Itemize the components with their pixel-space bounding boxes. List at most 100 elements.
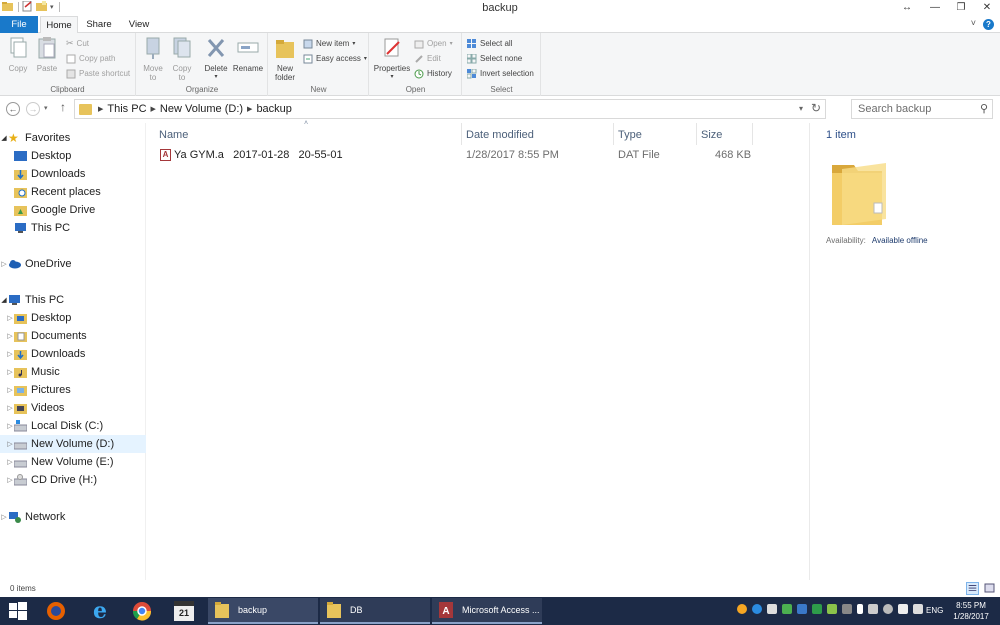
taskbar-app-db[interactable]: DB xyxy=(320,598,430,624)
move-to-button[interactable]: Move to xyxy=(139,36,167,82)
network-tray-icon[interactable] xyxy=(898,604,908,614)
tab-share[interactable]: Share xyxy=(82,16,116,33)
select-none-button[interactable]: Select none xyxy=(467,52,522,65)
collapse-arrow-icon[interactable]: ◢ xyxy=(0,296,8,304)
paste-shortcut-button[interactable]: Paste shortcut xyxy=(66,67,130,80)
copy-path-button[interactable]: Copy path xyxy=(66,52,115,65)
firefox-icon[interactable] xyxy=(38,599,74,623)
nav-network[interactable]: ▷ Network xyxy=(0,508,146,526)
nav-pc-documents[interactable]: ▷ Documents xyxy=(0,327,146,345)
column-header-name[interactable]: Name xyxy=(159,126,459,146)
table-row[interactable]: A Ya GYM.a 2017-01-28 20-55-01 1/28/2017… xyxy=(156,145,756,165)
breadcrumb-new-volume-d[interactable]: New Volume (D:) xyxy=(160,103,243,115)
help-icon[interactable]: ? xyxy=(983,19,994,30)
internet-explorer-icon[interactable]: e xyxy=(82,598,118,624)
history-button[interactable]: History xyxy=(414,67,452,80)
breadcrumb-this-pc[interactable]: This PC xyxy=(107,103,146,115)
volume-icon[interactable] xyxy=(913,604,923,614)
column-divider[interactable] xyxy=(613,123,614,145)
large-icons-view-icon[interactable] xyxy=(983,582,996,595)
back-button[interactable]: ← xyxy=(6,102,20,116)
column-divider[interactable] xyxy=(696,123,697,145)
select-all-button[interactable]: Select all xyxy=(467,37,512,50)
tray-app-icon[interactable] xyxy=(842,604,852,614)
taskbar-app-backup[interactable]: backup xyxy=(208,598,318,624)
maximize-button[interactable]: ❐ xyxy=(948,0,974,14)
minimize-button[interactable]: — xyxy=(922,0,948,14)
nav-pc-music[interactable]: ▷ Music xyxy=(0,363,146,381)
bluetooth-icon[interactable] xyxy=(857,604,863,614)
recent-locations-icon[interactable]: ▾ xyxy=(44,104,48,112)
delete-button[interactable]: Delete ▾ xyxy=(202,36,230,82)
nav-fav-this-pc[interactable]: This PC xyxy=(0,219,146,237)
column-header-date-modified[interactable]: Date modified xyxy=(466,126,534,146)
nav-pc-downloads[interactable]: ▷ Downloads xyxy=(0,345,146,363)
expand-arrow-icon[interactable]: ▷ xyxy=(6,386,14,394)
calendar-icon[interactable]: 21 xyxy=(166,599,202,623)
cut-button[interactable]: ✂ Cut xyxy=(66,37,89,50)
tray-app-icon[interactable] xyxy=(812,604,822,614)
expand-arrow-icon[interactable]: ▷ xyxy=(0,513,8,521)
properties-button[interactable]: Properties ▾ xyxy=(372,36,412,82)
details-view-icon[interactable] xyxy=(966,582,979,595)
nav-this-pc[interactable]: ◢ This PC xyxy=(0,291,146,309)
expand-arrow-icon[interactable]: ▷ xyxy=(6,314,14,322)
expand-arrow-icon[interactable]: ▷ xyxy=(6,404,14,412)
nav-pc-new-volume-d[interactable]: ▷ New Volume (D:) xyxy=(0,435,146,453)
cloud-icon[interactable] xyxy=(767,604,777,614)
expand-arrow-icon[interactable]: ▷ xyxy=(0,260,8,268)
nav-fav-desktop[interactable]: Desktop xyxy=(0,147,146,165)
nav-fav-google-drive[interactable]: Google Drive xyxy=(0,201,146,219)
nav-pc-new-volume-e[interactable]: ▷ New Volume (E:) xyxy=(0,453,146,471)
copy-button[interactable]: Copy xyxy=(4,36,32,73)
tray-app-icon[interactable] xyxy=(797,604,807,614)
column-divider[interactable] xyxy=(752,123,753,145)
expand-arrow-icon[interactable]: ▷ xyxy=(6,368,14,376)
tray-app-icon[interactable] xyxy=(737,604,747,614)
column-divider[interactable] xyxy=(461,123,462,145)
column-header-type[interactable]: Type xyxy=(618,126,642,146)
expand-arrow-icon[interactable]: ▷ xyxy=(6,422,14,430)
nav-pc-desktop[interactable]: ▷ Desktop xyxy=(0,309,146,327)
nav-pc-cd-drive-h[interactable]: ▷ CD Drive (H:) xyxy=(0,471,146,489)
edit-button[interactable]: Edit xyxy=(414,52,441,65)
tray-app-icon[interactable] xyxy=(782,604,792,614)
refresh-icon[interactable]: ↻ xyxy=(811,101,821,115)
expand-arrow-icon[interactable]: ▷ xyxy=(6,458,14,466)
chrome-icon[interactable] xyxy=(124,599,160,623)
tab-home[interactable]: Home xyxy=(40,16,78,34)
nav-pc-pictures[interactable]: ▷ Pictures xyxy=(0,381,146,399)
nav-fav-downloads[interactable]: Downloads xyxy=(0,165,146,183)
open-button[interactable]: Open ▾ xyxy=(414,37,453,50)
collapse-arrow-icon[interactable]: ◢ xyxy=(0,134,8,142)
input-language[interactable]: ENG xyxy=(926,606,943,615)
nav-pc-local-disk-c[interactable]: ▷ Local Disk (C:) xyxy=(0,417,146,435)
address-history-dropdown[interactable]: ▾ xyxy=(799,104,803,113)
display-icon[interactable] xyxy=(868,604,878,614)
rename-button[interactable]: Rename xyxy=(232,36,264,73)
tab-file[interactable]: File xyxy=(0,16,38,33)
start-button[interactable] xyxy=(0,599,36,623)
expand-arrow-icon[interactable]: ▷ xyxy=(6,350,14,358)
copy-to-button[interactable]: Copy to xyxy=(168,36,196,82)
expand-arrow-icon[interactable]: ▷ xyxy=(6,476,14,484)
expand-arrow-icon[interactable]: ▷ xyxy=(6,440,14,448)
invert-selection-button[interactable]: Invert selection xyxy=(467,67,534,80)
expand-arrow-icon[interactable]: ▷ xyxy=(6,332,14,340)
collapse-ribbon-icon[interactable]: ˅ xyxy=(971,18,976,28)
nav-onedrive[interactable]: ▷ OneDrive xyxy=(0,255,146,273)
nav-fav-recent-places[interactable]: Recent places xyxy=(0,183,146,201)
up-button[interactable]: ↑ xyxy=(60,100,66,114)
clock[interactable]: 8:55 PM 1/28/2017 xyxy=(948,600,994,622)
address-bar[interactable]: ▶ This PC ▶ New Volume (D:) ▶ backup ▾ ↻ xyxy=(74,99,826,119)
new-item-button[interactable]: New item ▾ xyxy=(303,37,355,50)
close-button[interactable]: ✕ xyxy=(974,0,1000,14)
search-input[interactable]: Search backup ⚲ xyxy=(851,99,993,119)
tray-app-icon[interactable] xyxy=(827,604,837,614)
tab-view[interactable]: View xyxy=(122,16,156,33)
tray-app-icon[interactable] xyxy=(752,604,762,614)
forward-button[interactable]: → xyxy=(26,102,40,116)
easy-access-button[interactable]: Easy access ▾ xyxy=(303,52,367,65)
new-folder-button[interactable]: New folder xyxy=(271,36,299,82)
taskbar-app-microsoft-access[interactable]: A Microsoft Access ... xyxy=(432,598,542,624)
